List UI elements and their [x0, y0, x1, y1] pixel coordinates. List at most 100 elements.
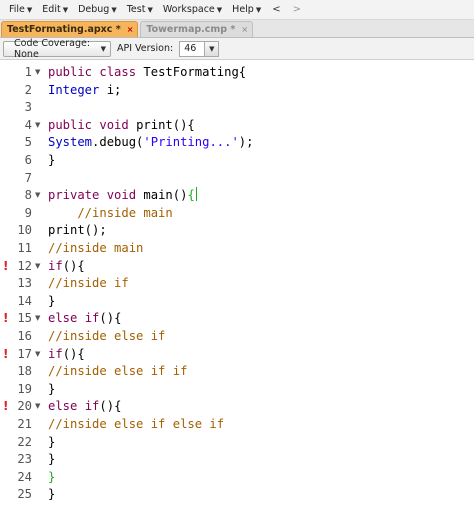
close-icon[interactable]: ×: [127, 25, 134, 34]
code-token: Integer: [48, 82, 100, 97]
code-text: }: [48, 381, 55, 398]
menu-help[interactable]: Help ▼: [227, 4, 266, 15]
tab-testformating[interactable]: TestFormating.apxc * ×: [1, 21, 139, 37]
close-icon[interactable]: ×: [241, 25, 248, 34]
code-token: print(){: [128, 117, 195, 132]
tab-label: TestFormating.apxc *: [7, 24, 121, 35]
code-token: //inside main: [48, 241, 144, 255]
line-number: 8: [24, 188, 32, 203]
code-line[interactable]: 1 ▼ public class TestFormating{: [0, 64, 474, 81]
chevron-down-icon[interactable]: ▼: [204, 41, 219, 56]
code-text: //inside main: [48, 205, 173, 222]
forward-button[interactable]: >: [287, 4, 307, 15]
code-text: //inside else if: [48, 328, 165, 345]
line-number: 18: [17, 364, 32, 379]
code-line[interactable]: 3: [0, 99, 474, 116]
code-token: .debug(: [92, 135, 144, 150]
code-line[interactable]: ! 20 ▼ else if(){: [0, 398, 474, 415]
line-number: 23: [17, 452, 32, 467]
back-button[interactable]: <: [266, 4, 286, 15]
code-token: i;: [99, 82, 122, 97]
code-token: (){: [62, 346, 85, 361]
code-text: print();: [48, 222, 107, 239]
code-line[interactable]: 9 //inside main: [0, 205, 474, 222]
code-line[interactable]: 21 //inside else if else if: [0, 416, 474, 433]
code-line[interactable]: 7: [0, 170, 474, 187]
fold-toggle-icon[interactable]: ▼: [35, 117, 43, 134]
code-token: TestFormating{: [136, 65, 247, 79]
code-line[interactable]: 6}: [0, 152, 474, 169]
code-line[interactable]: 4 ▼ public void print(){: [0, 117, 474, 134]
editor-toolbar: Code Coverage: None ▼ API Version: 46 ▼: [0, 38, 474, 60]
fold-toggle-icon[interactable]: ▼: [35, 187, 43, 204]
menu-file[interactable]: File ▼: [4, 4, 37, 15]
api-version-select[interactable]: 46 ▼: [179, 40, 220, 57]
fold-toggle-icon[interactable]: ▼: [35, 258, 43, 275]
code-line[interactable]: 14}: [0, 293, 474, 310]
code-token: //inside main: [48, 205, 173, 220]
code-text: //inside else if else if: [48, 416, 224, 433]
code-token: }: [48, 487, 56, 502]
fold-toggle-icon[interactable]: ▼: [35, 346, 43, 363]
code-token: void: [99, 117, 129, 132]
menu-workspace[interactable]: Workspace ▼: [158, 4, 227, 15]
line-number: 22: [17, 434, 32, 449]
line-number: 20: [17, 399, 32, 414]
code-line[interactable]: 5 System.debug('Printing...');: [0, 134, 474, 151]
chevron-down-icon: ▼: [26, 6, 33, 14]
code-token: if: [48, 346, 63, 361]
api-version-value: 46: [184, 43, 197, 54]
code-line[interactable]: 25}: [0, 486, 474, 503]
code-line[interactable]: 2 Integer i;: [0, 82, 474, 99]
menu-debug[interactable]: Debug ▼: [73, 4, 122, 15]
tab-label: Towermap.cmp *: [146, 24, 236, 35]
fold-toggle-icon[interactable]: ▼: [35, 398, 43, 415]
code-line[interactable]: ! 15 ▼ else if(){: [0, 310, 474, 327]
chevron-down-icon: ▼: [216, 6, 223, 14]
code-text: }: [48, 469, 55, 486]
code-text: }: [48, 293, 55, 310]
code-token: print();: [48, 223, 107, 238]
menu-test[interactable]: Test ▼: [122, 4, 158, 15]
code-line[interactable]: ! 12 ▼ if(){: [0, 258, 474, 275]
line-number: 16: [17, 329, 32, 343]
code-line[interactable]: 10 print();: [0, 222, 474, 239]
code-line[interactable]: 8 ▼ private void main(){: [0, 187, 474, 204]
code-token: }: [48, 434, 56, 449]
code-line[interactable]: 19}: [0, 381, 474, 398]
menu-workspace-label: Workspace: [162, 4, 215, 15]
code-line[interactable]: ! 17 ▼ if(){: [0, 346, 474, 363]
code-coverage-dropdown[interactable]: Code Coverage: None ▼: [3, 38, 111, 60]
line-number: 4: [24, 117, 32, 132]
code-line[interactable]: 18 //inside else if if: [0, 363, 474, 380]
fold-toggle-icon[interactable]: ▼: [35, 64, 43, 81]
code-token: else: [48, 399, 78, 414]
code-editor[interactable]: 1 ▼ public class TestFormating{2 Integer i;…: [0, 61, 474, 509]
code-line[interactable]: 23}: [0, 451, 474, 468]
line-number: 5: [24, 135, 32, 150]
code-token: public: [48, 117, 93, 132]
menu-edit[interactable]: Edit ▼: [37, 4, 73, 15]
code-line[interactable]: 11 //inside main: [0, 240, 474, 257]
tab-towermap[interactable]: Towermap.cmp * ×: [140, 21, 254, 37]
code-text: //inside else if if: [48, 363, 187, 380]
line-number: 12: [17, 258, 32, 273]
code-token: if: [84, 399, 100, 414]
code-line[interactable]: 22}: [0, 434, 474, 451]
code-token: void: [106, 188, 137, 203]
code-line[interactable]: 13 //inside if: [0, 275, 474, 292]
code-token: System: [48, 135, 93, 150]
code-token: //inside else if: [48, 329, 166, 343]
code-line[interactable]: 24}: [0, 469, 474, 486]
code-text: }: [48, 486, 55, 503]
code-line[interactable]: 16 //inside else if: [0, 328, 474, 345]
api-version-label: API Version:: [117, 43, 174, 54]
line-number: 6: [24, 153, 32, 167]
code-token: 'Printing...': [143, 135, 239, 150]
chevron-down-icon: ▼: [147, 6, 153, 14]
fold-toggle-icon[interactable]: ▼: [35, 310, 43, 327]
code-token: private: [48, 188, 100, 203]
menu-file-label: File: [9, 4, 25, 15]
code-text: private void main(){: [48, 187, 197, 204]
